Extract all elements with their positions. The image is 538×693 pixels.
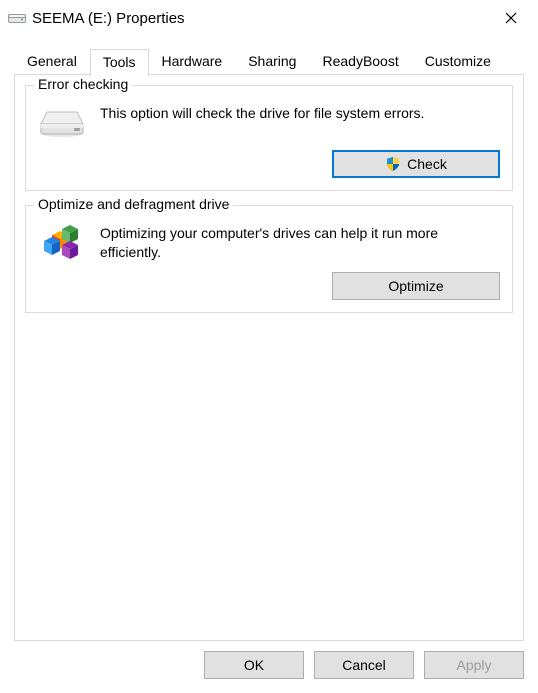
groupbox-title: Optimize and defragment drive [34, 196, 233, 212]
tab-tools[interactable]: Tools [90, 49, 149, 76]
check-button[interactable]: Check [332, 150, 500, 178]
groupbox-title: Error checking [34, 76, 132, 92]
check-button-label: Check [407, 156, 447, 172]
error-checking-description: This option will check the drive for fil… [100, 104, 500, 123]
close-icon [505, 12, 517, 24]
window-title: SEEMA (E:) Properties [32, 10, 185, 27]
tab-customize[interactable]: Customize [412, 48, 504, 75]
title-bar: SEEMA (E:) Properties [0, 0, 538, 36]
tab-hardware[interactable]: Hardware [149, 48, 236, 75]
tab-strip: General Tools Hardware Sharing ReadyBoos… [0, 36, 538, 75]
dialog-button-row: OK Cancel Apply [204, 651, 524, 679]
apply-button[interactable]: Apply [424, 651, 524, 679]
cancel-button[interactable]: Cancel [314, 651, 414, 679]
optimize-button[interactable]: Optimize [332, 272, 500, 300]
groupbox-optimize: Optimize and defragment drive [25, 205, 513, 313]
tab-page-tools: Error checking This option will check th… [14, 75, 524, 641]
tab-readyboost[interactable]: ReadyBoost [309, 48, 411, 75]
optimize-button-label: Optimize [388, 278, 443, 294]
optimize-description: Optimizing your computer's drives can he… [100, 224, 500, 262]
drive-icon [38, 104, 86, 140]
groupbox-error-checking: Error checking This option will check th… [25, 85, 513, 191]
close-button[interactable] [488, 2, 534, 34]
uac-shield-icon [385, 156, 401, 172]
tab-general[interactable]: General [14, 48, 90, 75]
ok-button[interactable]: OK [204, 651, 304, 679]
tab-sharing[interactable]: Sharing [235, 48, 309, 75]
drive-icon [8, 10, 26, 27]
defrag-blocks-icon [38, 224, 86, 260]
